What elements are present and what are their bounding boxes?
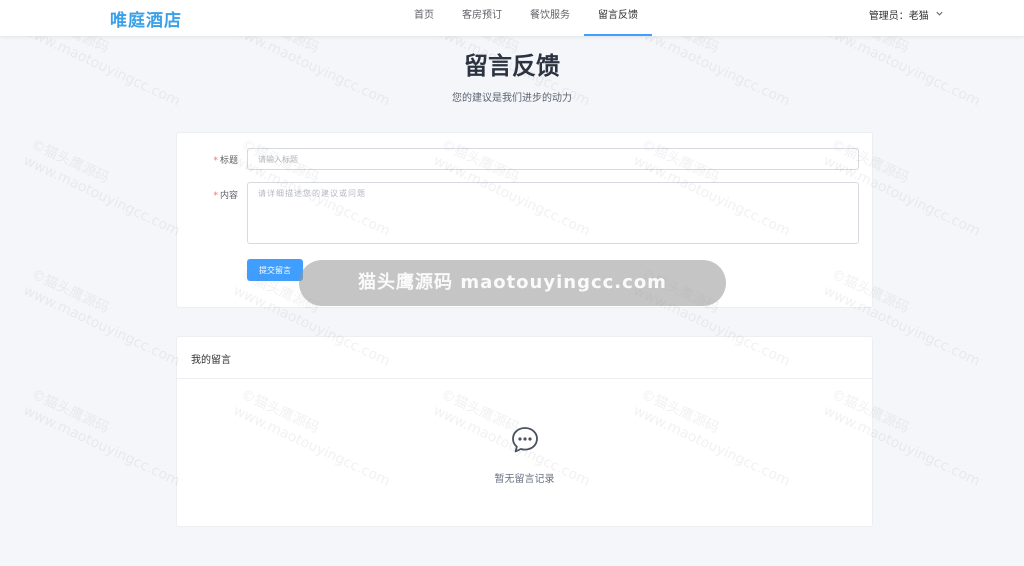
empty-state-text: 暂无留言记录 (494, 474, 555, 485)
page-title: 留言反馈 (464, 52, 560, 80)
my-messages-title: 我的留言 (191, 355, 231, 366)
watermark-tile: ©猫头鹰源码www.maotouyingcc.com (20, 136, 183, 240)
main-nav: 首页 客房预订 餐饮服务 留言反馈 (400, 0, 652, 36)
user-menu[interactable]: 管理员：老猫 (869, 0, 944, 36)
watermark-tile: ©猫头鹰源码www.maotouyingcc.com (20, 266, 183, 370)
required-mark: * (213, 191, 218, 201)
title-label: * 标题 (213, 156, 238, 166)
submit-feedback-button[interactable]: 提交留言 (247, 259, 303, 281)
content-label: * 内容 (213, 191, 238, 201)
chat-bubble-icon (510, 425, 540, 459)
top-navbar: 唯庭酒店 首页 客房预订 餐饮服务 留言反馈 管理员：老猫 (0, 0, 1024, 36)
content-textarea[interactable] (247, 182, 859, 244)
nav-item-dining[interactable]: 餐饮服务 (516, 0, 584, 36)
my-messages-header: 我的留言 (177, 337, 872, 379)
hotel-logo[interactable]: 唯庭酒店 (110, 6, 182, 31)
watermark-banner: 猫头鹰源码 maotouyingcc.com (299, 260, 726, 306)
my-messages-card: 我的留言 暂无留言记录 (176, 336, 873, 527)
nav-item-room-booking[interactable]: 客房预订 (448, 0, 516, 36)
chevron-down-icon (935, 0, 944, 32)
user-label: 管理员：老猫 (868, 11, 929, 22)
nav-item-home[interactable]: 首页 (400, 0, 448, 36)
page-subtitle: 您的建议是我们进步的动力 (452, 93, 572, 104)
nav-item-feedback[interactable]: 留言反馈 (584, 0, 652, 36)
title-input[interactable] (247, 148, 859, 170)
required-mark: * (213, 156, 218, 166)
watermark-tile: ©猫头鹰源码www.maotouyingcc.com (20, 386, 183, 490)
